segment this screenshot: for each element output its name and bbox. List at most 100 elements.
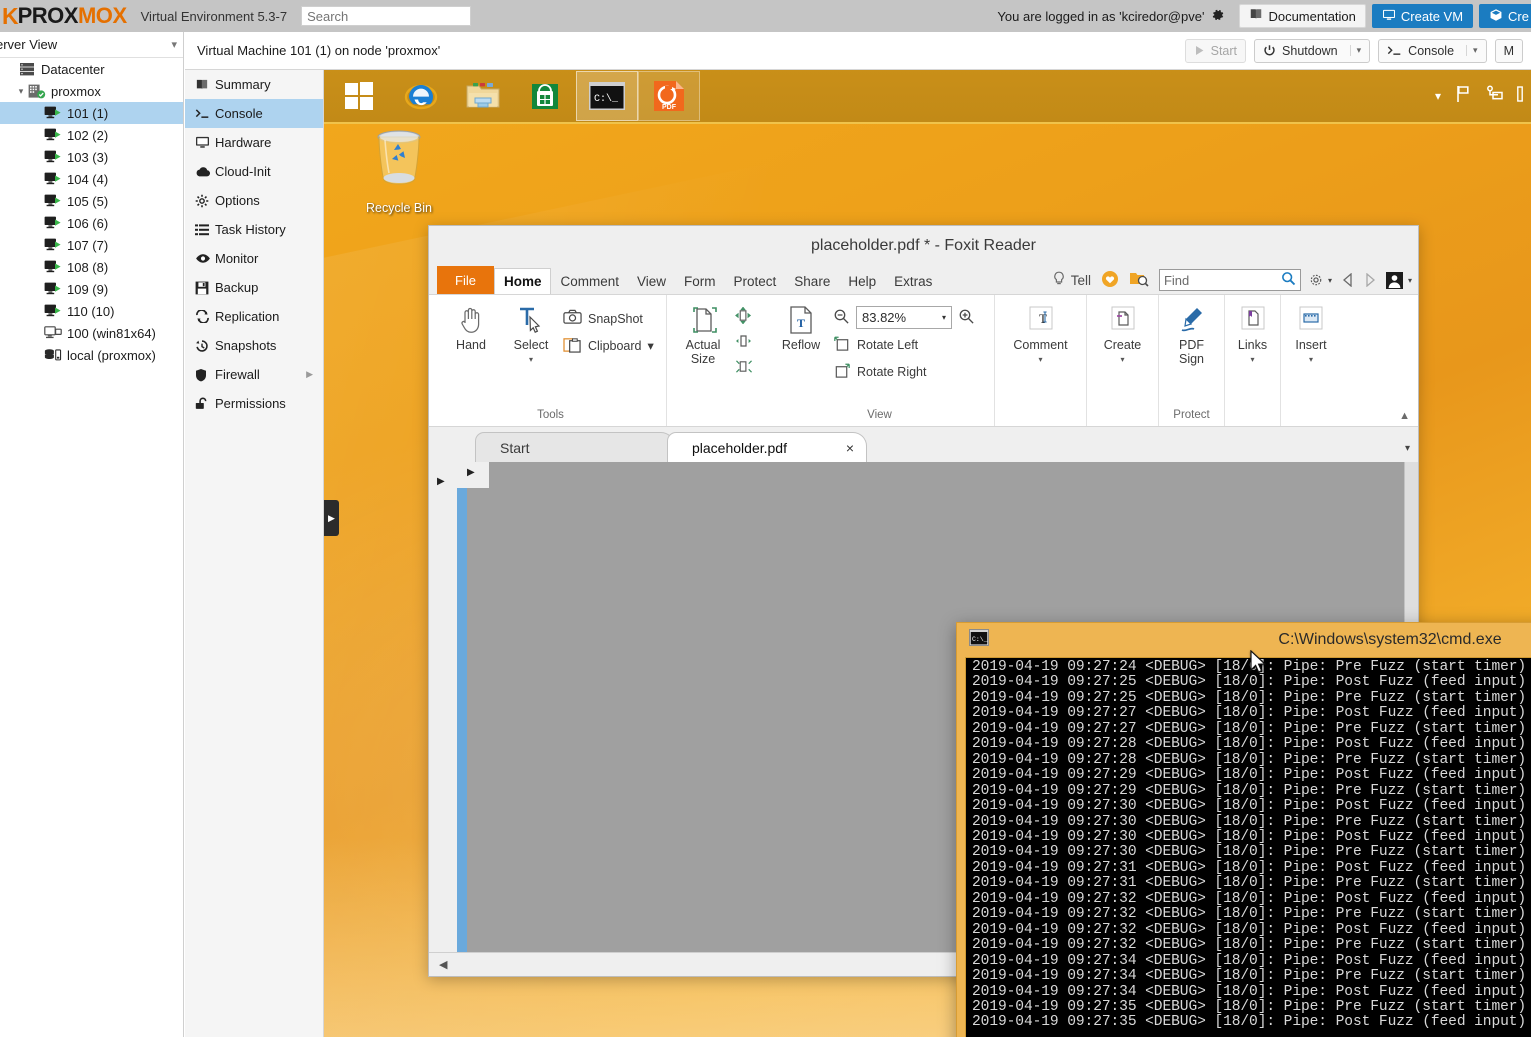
- fit-page-icon[interactable]: [733, 306, 755, 329]
- subnav-item-summary[interactable]: Summary: [185, 70, 323, 99]
- chevron-up-icon[interactable]: ▲: [1399, 410, 1410, 422]
- settings-icon[interactable]: ▾: [1309, 273, 1332, 287]
- rotate-left-button[interactable]: Rotate Left: [833, 331, 975, 358]
- ribbon-tab-help[interactable]: Help: [839, 268, 885, 294]
- dropdown-caret-icon[interactable]: ▾: [1466, 45, 1478, 56]
- ribbon-tab-protect[interactable]: Protect: [725, 268, 786, 294]
- tree-item-datacenter[interactable]: Datacenter: [0, 58, 183, 80]
- subnav-item-snapshots[interactable]: Snapshots: [185, 331, 323, 360]
- gear-icon[interactable]: [1211, 8, 1225, 25]
- expand-navigation-arrow-icon[interactable]: ▶: [437, 476, 445, 487]
- subnav-item-console[interactable]: Console: [185, 99, 323, 128]
- tree-item-proxmox[interactable]: ▾ proxmox: [0, 80, 183, 102]
- subnav-item-task-history[interactable]: Task History: [185, 215, 323, 244]
- tray-extra-icon[interactable]: [1517, 85, 1523, 107]
- ribbon-tab-comment[interactable]: Comment: [551, 268, 628, 294]
- console-sidebar-toggle[interactable]: ▶: [324, 500, 339, 536]
- navigation-rail[interactable]: ▶: [429, 462, 457, 952]
- ribbon-tab-extras[interactable]: Extras: [885, 268, 941, 294]
- reflow-button[interactable]: T Reflow: [773, 301, 829, 353]
- chevron-down-icon[interactable]: ▾: [171, 38, 177, 51]
- hand-tool-button[interactable]: Hand: [443, 301, 499, 353]
- zoom-caret-icon[interactable]: ▾: [942, 313, 946, 322]
- start-button[interactable]: Start: [1184, 38, 1247, 63]
- cmd-title-bar[interactable]: C:\_ C:\Windows\system32\cmd.exe – ✕: [957, 623, 1531, 657]
- chevron-down-icon[interactable]: ▾: [1405, 443, 1410, 462]
- forward-arrow-icon[interactable]: [1364, 273, 1376, 287]
- dropdown-caret-icon[interactable]: ▾: [1349, 45, 1361, 56]
- internet-explorer-taskbar-button[interactable]: [390, 71, 452, 121]
- m-button[interactable]: M: [1494, 38, 1523, 63]
- select-tool-button[interactable]: Select ▾: [503, 301, 559, 364]
- cmd-console-body[interactable]: 2019-04-19 09:27:24 <DEBUG> [18/0]: Pipe…: [965, 657, 1531, 1037]
- insert-button[interactable]: Insert ▾: [1289, 301, 1333, 364]
- microsoft-store-taskbar-button[interactable]: [514, 71, 576, 121]
- recycle-bin-desktop-icon[interactable]: Recycle Bin: [344, 128, 454, 215]
- tree-item-local-proxmox-[interactable]: local (proxmox): [0, 344, 183, 366]
- subnav-item-options[interactable]: Options: [185, 186, 323, 215]
- links-caret-icon[interactable]: ▾: [1250, 355, 1254, 364]
- server-view-header[interactable]: erver View ▾: [0, 32, 183, 58]
- fit-width-icon[interactable]: [733, 333, 755, 354]
- actual-size-button[interactable]: Actual Size: [675, 301, 731, 367]
- find-input[interactable]: Find: [1158, 269, 1301, 291]
- zoom-in-icon[interactable]: [958, 308, 975, 328]
- search-input[interactable]: [301, 6, 472, 26]
- documentation-button[interactable]: Documentation: [1239, 4, 1366, 28]
- document-tab-placeholder-pdf[interactable]: placeholder.pdf ×: [667, 432, 867, 462]
- zoom-out-icon[interactable]: [833, 308, 850, 328]
- noVNC-console-viewport[interactable]: C:\_ PDF ▾ Recycle Bin ▶ placeholder.pdf…: [324, 70, 1531, 1037]
- create-ct-button[interactable]: Cre: [1479, 4, 1531, 28]
- tree-item-107-7-[interactable]: 107 (7): [0, 234, 183, 256]
- insert-caret-icon[interactable]: ▾: [1309, 355, 1313, 364]
- subnav-item-cloud-init[interactable]: Cloud-Init: [185, 157, 323, 186]
- comment-caret-icon[interactable]: ▾: [1038, 355, 1042, 364]
- ribbon-tab-home[interactable]: Home: [493, 268, 552, 294]
- back-arrow-icon[interactable]: [1342, 273, 1354, 287]
- tree-item-104-4-[interactable]: 104 (4): [0, 168, 183, 190]
- tree-item-103-3-[interactable]: 103 (3): [0, 146, 183, 168]
- close-tab-icon[interactable]: ×: [846, 440, 854, 456]
- ribbon-tab-file[interactable]: File: [437, 266, 494, 294]
- subnav-item-replication[interactable]: Replication: [185, 302, 323, 331]
- network-icon[interactable]: [1485, 85, 1503, 108]
- create-vm-button[interactable]: Create VM: [1371, 4, 1474, 28]
- comment-button[interactable]: T Comment ▾: [1003, 301, 1078, 364]
- start-button[interactable]: [328, 71, 390, 121]
- flag-icon[interactable]: [1455, 85, 1471, 108]
- navigation-panel-toggle[interactable]: ▶: [457, 462, 489, 488]
- tree-item-101-1-[interactable]: 101 (1): [0, 102, 183, 124]
- tree-item-106-6-[interactable]: 106 (6): [0, 212, 183, 234]
- pdf-sign-button[interactable]: PDF Sign: [1167, 301, 1216, 367]
- ribbon-tab-share[interactable]: Share: [785, 268, 839, 294]
- snapshot-button[interactable]: SnapShot: [563, 305, 654, 332]
- account-icon[interactable]: ▾: [1385, 271, 1412, 289]
- foxit-reader-taskbar-button[interactable]: PDF: [638, 71, 700, 121]
- clipboard-button[interactable]: Clipboard ▾: [563, 332, 654, 359]
- favorites-button[interactable]: [1101, 270, 1119, 291]
- tree-item-110-10-[interactable]: 110 (10): [0, 300, 183, 322]
- tree-item-100-win81x64-[interactable]: 100 (win81x64): [0, 322, 183, 344]
- magnifier-icon[interactable]: [1281, 271, 1296, 289]
- subnav-item-monitor[interactable]: Monitor: [185, 244, 323, 273]
- tree-item-109-9-[interactable]: 109 (9): [0, 278, 183, 300]
- subnav-item-permissions[interactable]: Permissions: [185, 389, 323, 418]
- file-explorer-taskbar-button[interactable]: [452, 71, 514, 121]
- panel-arrow-icon[interactable]: ▶: [467, 467, 475, 478]
- document-tab-start[interactable]: Start: [475, 432, 675, 462]
- ribbon-tab-form[interactable]: Form: [675, 268, 725, 294]
- create-caret-icon[interactable]: ▾: [1120, 355, 1124, 364]
- status-left-arrow-icon[interactable]: ◀: [439, 958, 447, 971]
- proxmox-logo[interactable]: K PROXMOX: [0, 0, 127, 32]
- fit-visible-icon[interactable]: [733, 358, 755, 380]
- command-prompt-taskbar-button[interactable]: C:\_: [576, 71, 638, 121]
- tree-item-105-5-[interactable]: 105 (5): [0, 190, 183, 212]
- clipboard-caret-icon[interactable]: ▾: [648, 338, 654, 353]
- subnav-item-firewall[interactable]: Firewall ▶: [185, 360, 323, 389]
- create-button[interactable]: Create ▾: [1095, 301, 1150, 364]
- ribbon-tab-view[interactable]: View: [628, 268, 675, 294]
- console-button[interactable]: Console ▾: [1378, 38, 1487, 63]
- tell-me-button[interactable]: Tell: [1052, 271, 1091, 290]
- search-folder-button[interactable]: [1129, 270, 1149, 290]
- submenu-arrow-icon[interactable]: ▶: [306, 369, 313, 380]
